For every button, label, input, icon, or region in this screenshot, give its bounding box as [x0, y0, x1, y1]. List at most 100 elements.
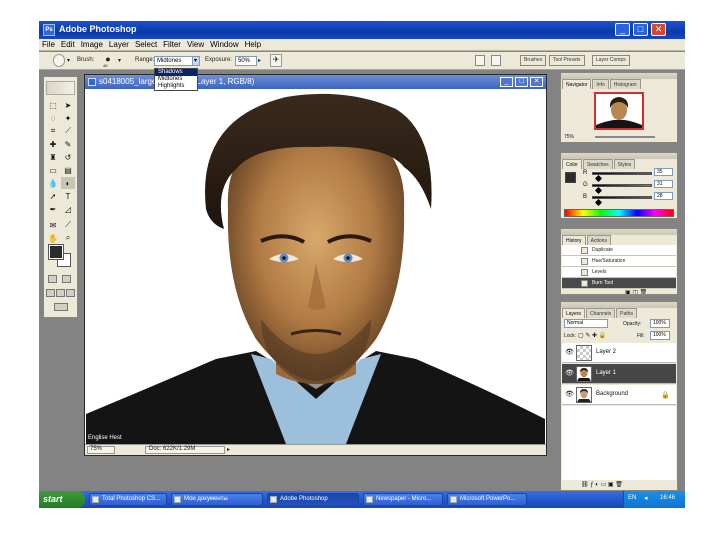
brush-tool-icon[interactable]: ✎: [61, 138, 75, 150]
eye-icon[interactable]: 👁: [565, 370, 574, 378]
range-dropdown-button[interactable]: ▾: [192, 56, 200, 66]
channel-b-thumb[interactable]: [594, 198, 603, 207]
path-selection-icon[interactable]: ➚: [46, 190, 60, 202]
channel-g-thumb[interactable]: [594, 186, 603, 195]
range-option-highlights[interactable]: Highlights: [155, 83, 197, 90]
taskbar-item[interactable]: Microsoft PowerPo...: [447, 493, 527, 506]
burn-tool-icon[interactable]: ◐: [61, 177, 75, 189]
standard-mode-icon[interactable]: [48, 275, 57, 283]
tab-styles[interactable]: Styles: [613, 159, 636, 169]
menu-help[interactable]: Help: [242, 39, 264, 51]
pen-tool-icon[interactable]: ✒: [46, 203, 60, 215]
screen-mode-full-icon[interactable]: [66, 289, 75, 297]
eye-icon[interactable]: 👁: [565, 391, 574, 399]
tab-info[interactable]: Info: [592, 79, 609, 89]
blur-tool-icon[interactable]: 💧: [46, 177, 60, 189]
channel-g-slider[interactable]: [592, 184, 652, 187]
fill-input[interactable]: 100%: [650, 331, 670, 340]
range-option-shadows[interactable]: Shadows: [155, 69, 197, 76]
history-brush-icon[interactable]: ↺: [61, 151, 75, 163]
channel-r-slider[interactable]: [592, 172, 652, 175]
tab-history[interactable]: History: [562, 235, 586, 245]
history-item-active[interactable]: Burn Tool: [562, 278, 676, 289]
minimize-button[interactable]: _: [615, 23, 630, 36]
zoom-tool-icon[interactable]: ⌕: [61, 232, 75, 244]
maximize-button[interactable]: □: [633, 23, 648, 36]
menu-window[interactable]: Window: [207, 39, 241, 51]
history-item[interactable]: Duplicate: [562, 245, 676, 256]
taskbar-item-active[interactable]: Adobe Photoshop: [267, 493, 359, 506]
shape-tool-icon[interactable]: ◿: [61, 203, 75, 215]
tab-channels[interactable]: Channels: [586, 308, 616, 318]
doc-close-button[interactable]: ✕: [530, 77, 543, 87]
tab-navigator[interactable]: Navigator: [562, 79, 592, 89]
status-arrow-icon[interactable]: ▸: [227, 446, 230, 453]
eraser-tool-icon[interactable]: ▭: [46, 164, 60, 176]
volume-icon[interactable]: ◂: [644, 494, 648, 502]
chevron-right-icon[interactable]: ▸: [258, 57, 261, 64]
crop-tool-icon[interactable]: ⌗: [46, 125, 60, 137]
move-tool-icon[interactable]: ➤: [61, 99, 75, 111]
tab-swatches[interactable]: Swatches: [582, 159, 613, 169]
close-button[interactable]: ✕: [651, 23, 666, 36]
menu-filter[interactable]: Filter: [160, 39, 184, 51]
menu-view[interactable]: View: [184, 39, 207, 51]
marquee-tool-icon[interactable]: ⬚: [46, 99, 60, 111]
eye-icon[interactable]: 👁: [565, 349, 574, 357]
window-titlebar[interactable]: Ps Adobe Photoshop _ □ ✕: [39, 21, 685, 39]
slice-tool-icon[interactable]: ⟋: [61, 125, 75, 137]
screen-mode-full-menu-icon[interactable]: [56, 289, 65, 297]
gradient-tool-icon[interactable]: ▤: [61, 164, 75, 176]
jump-to-imageready-icon[interactable]: [54, 303, 68, 311]
opacity-input[interactable]: 100%: [650, 319, 670, 328]
taskbar-item[interactable]: Мои документы: [171, 493, 263, 506]
taskbar-item[interactable]: Total Photoshop CS...: [89, 493, 167, 506]
exposure-input[interactable]: 50%: [235, 56, 257, 66]
navigator-zoom-slider[interactable]: [595, 136, 655, 138]
hand-tool-icon[interactable]: ✋: [46, 232, 60, 244]
toggle-palettes-icon[interactable]: [491, 55, 501, 66]
channel-r-thumb[interactable]: [594, 174, 603, 183]
tab-tool-presets[interactable]: Tool Presets: [549, 55, 585, 66]
lock-icons[interactable]: ▢ ✎ ✚ 🔒: [578, 332, 606, 339]
notes-tool-icon[interactable]: ✉: [46, 219, 60, 231]
type-tool-icon[interactable]: T: [61, 190, 75, 202]
tab-paths[interactable]: Paths: [616, 308, 637, 318]
quick-mask-icon[interactable]: [62, 275, 71, 283]
menu-file[interactable]: File: [39, 39, 58, 51]
range-select[interactable]: Midtones: [154, 56, 194, 66]
menu-layer[interactable]: Layer: [106, 39, 132, 51]
history-item[interactable]: Hue/Saturation: [562, 256, 676, 267]
clone-stamp-icon[interactable]: ♜: [46, 151, 60, 163]
navigator-thumbnail[interactable]: [594, 92, 644, 130]
blend-mode-select[interactable]: Normal: [564, 319, 608, 328]
airbrush-icon[interactable]: ✈: [270, 54, 282, 67]
layer-row[interactable]: 👁 Background 🔒: [562, 385, 676, 405]
language-indicator[interactable]: EN: [628, 495, 636, 501]
layer-row[interactable]: 👁 Layer 2: [562, 343, 676, 363]
color-spectrum-ramp[interactable]: [564, 209, 674, 217]
channel-r-input[interactable]: 35: [654, 168, 673, 176]
image-canvas[interactable]: [86, 89, 545, 444]
history-item[interactable]: Levels: [562, 267, 676, 278]
channel-b-slider[interactable]: [592, 196, 652, 199]
range-option-midtones[interactable]: Midtones: [155, 76, 197, 83]
channel-b-input[interactable]: 28: [654, 192, 673, 200]
taskbar-item[interactable]: Newspaper - Micro...: [363, 493, 443, 506]
screen-mode-standard-icon[interactable]: [46, 289, 55, 297]
file-browser-icon[interactable]: [475, 55, 485, 66]
layer-row-active[interactable]: 👁 Layer 1: [562, 364, 676, 384]
tab-layers[interactable]: Layers: [562, 308, 586, 318]
lasso-tool-icon[interactable]: ◌: [46, 112, 60, 124]
healing-brush-icon[interactable]: ✚: [46, 138, 60, 150]
channel-g-input[interactable]: 31: [654, 180, 673, 188]
layers-footer-icons[interactable]: ⛓ ƒ ◐ ▭ ▣ 🗑: [581, 481, 623, 488]
doc-maximize-button[interactable]: □: [515, 77, 528, 87]
menu-edit[interactable]: Edit: [58, 39, 78, 51]
tab-histogram[interactable]: Histogram: [609, 79, 641, 89]
menu-select[interactable]: Select: [132, 39, 160, 51]
menu-image[interactable]: Image: [78, 39, 106, 51]
tab-actions[interactable]: Actions: [586, 235, 611, 245]
history-footer-icons[interactable]: ▣ ◫ 🗑: [625, 289, 647, 294]
tab-brushes[interactable]: Brushes: [520, 55, 547, 66]
